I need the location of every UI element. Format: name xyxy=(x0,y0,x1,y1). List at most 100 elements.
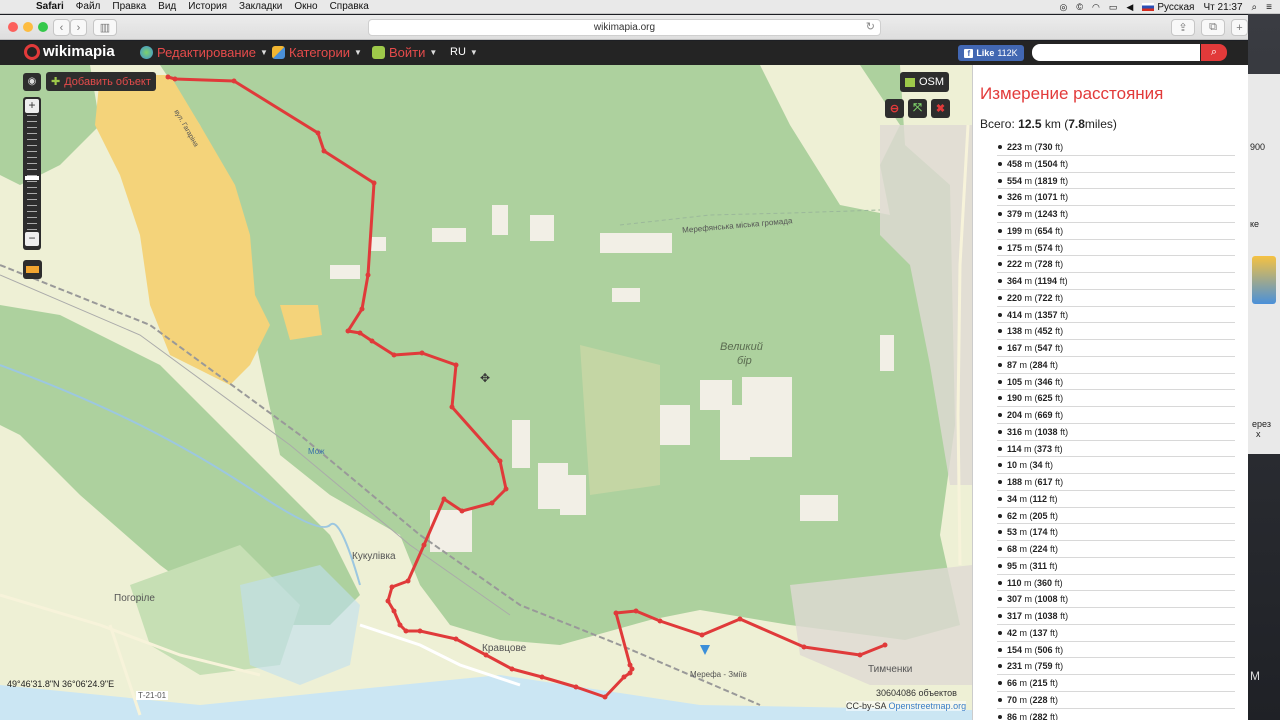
route-vertex[interactable] xyxy=(453,636,459,642)
layer-osm-button[interactable]: OSM xyxy=(900,72,949,92)
route-vertex[interactable] xyxy=(371,180,377,186)
menu-bookmarks[interactable]: Закладки xyxy=(239,1,282,12)
reload-icon[interactable]: ↻ xyxy=(866,20,875,35)
route-vertex[interactable] xyxy=(497,458,503,464)
new-tab-button[interactable]: + xyxy=(1231,19,1248,36)
route-vertex[interactable] xyxy=(503,486,509,492)
route-vertex[interactable] xyxy=(737,616,743,622)
route-vertex[interactable] xyxy=(389,584,395,590)
menu-file[interactable]: Файл xyxy=(76,1,101,12)
back-button[interactable]: ‹ xyxy=(53,19,70,36)
menu-edit[interactable]: Правка xyxy=(112,1,146,12)
route-vertex[interactable] xyxy=(385,598,391,604)
route-vertex[interactable] xyxy=(231,78,237,84)
route-vertex[interactable] xyxy=(321,148,327,154)
route-vertex[interactable] xyxy=(315,130,321,136)
route-vertex[interactable] xyxy=(801,644,807,650)
segment-feet-value: 1038 xyxy=(1037,611,1058,621)
route-vertex[interactable] xyxy=(613,610,619,616)
nav-language[interactable]: RU ▼ xyxy=(450,46,478,58)
map-canvas[interactable]: ✥ Великий бір Кукулівка Погоріле Кравцов… xyxy=(0,65,972,720)
segment-meters: 458 xyxy=(1007,158,1023,169)
map-settings-button[interactable]: ◉ xyxy=(23,73,41,91)
tabs-overview-button[interactable]: ⧉ xyxy=(1201,19,1225,36)
nav-categories[interactable]: Категории ▼ xyxy=(272,45,362,60)
sidebar-toggle-icon[interactable]: ▥ xyxy=(93,19,117,36)
route-vertex[interactable] xyxy=(365,272,371,278)
segment-list-item: 190 m (625 ft) xyxy=(997,390,1235,407)
route-vertex[interactable] xyxy=(172,76,178,82)
route-vertex[interactable] xyxy=(882,642,888,648)
route-vertex[interactable] xyxy=(405,578,411,584)
close-window-button[interactable] xyxy=(8,22,18,32)
clock[interactable]: Чт 21:37 xyxy=(1203,2,1242,13)
status-c-icon[interactable]: © xyxy=(1076,2,1083,12)
wikimapia-logo[interactable]: wikimapia xyxy=(24,43,115,60)
zoom-out-button[interactable]: − xyxy=(25,232,39,246)
search-input[interactable] xyxy=(1032,44,1200,61)
search-button[interactable]: ⌕ xyxy=(1201,44,1227,61)
wifi-icon[interactable]: ◠ xyxy=(1092,2,1100,13)
route-vertex[interactable] xyxy=(633,608,639,614)
menu-history[interactable]: История xyxy=(188,1,227,12)
route-vertex[interactable] xyxy=(857,652,863,658)
menu-help[interactable]: Справка xyxy=(330,1,369,12)
attribution-link[interactable]: Openstreetmap.org xyxy=(889,701,967,711)
route-vertex[interactable] xyxy=(459,508,465,514)
ruler-tool-button[interactable] xyxy=(23,260,42,279)
minimize-window-button[interactable] xyxy=(23,22,33,32)
route-vertex[interactable] xyxy=(441,496,447,502)
nav-login[interactable]: Войти ▼ xyxy=(372,45,437,60)
menu-app-safari[interactable]: Safari xyxy=(36,1,64,12)
measure-clear-button[interactable]: ✖ xyxy=(931,99,950,118)
segment-feet-value: 617 xyxy=(1037,477,1053,487)
input-source[interactable]: Русская xyxy=(1142,2,1194,13)
status-circle-icon[interactable]: ◎ xyxy=(1060,2,1068,13)
add-object-icon: ✚ xyxy=(51,76,61,88)
route-vertex[interactable] xyxy=(421,542,427,548)
menu-view[interactable]: Вид xyxy=(158,1,176,12)
forward-button[interactable]: › xyxy=(70,19,87,36)
route-vertex[interactable] xyxy=(489,500,495,506)
segment-meters: 86 xyxy=(1007,711,1018,720)
route-vertex[interactable] xyxy=(449,404,455,410)
route-vertex[interactable] xyxy=(621,674,627,680)
menu-window[interactable]: Окно xyxy=(294,1,317,12)
segment-feet-value: 174 xyxy=(1032,527,1048,538)
add-object-button[interactable]: ✚ Добавить объект xyxy=(46,72,156,91)
route-vertex[interactable] xyxy=(417,628,423,634)
route-vertex[interactable] xyxy=(359,306,365,312)
search-spotlight-icon[interactable]: ⌕ xyxy=(1252,2,1258,13)
route-vertex[interactable] xyxy=(573,684,579,690)
route-vertex[interactable] xyxy=(357,330,363,336)
route-vertex[interactable] xyxy=(165,74,171,80)
route-vertex[interactable] xyxy=(699,632,705,638)
route-vertex[interactable] xyxy=(345,328,351,334)
measure-fit-button[interactable]: ⤧ xyxy=(908,99,927,118)
route-vertex[interactable] xyxy=(391,608,397,614)
route-vertex[interactable] xyxy=(627,662,633,668)
route-vertex[interactable] xyxy=(453,362,459,368)
route-vertex[interactable] xyxy=(419,350,425,356)
airplay-icon[interactable]: ▭ xyxy=(1109,2,1118,13)
zoom-slider[interactable] xyxy=(25,115,39,230)
route-vertex[interactable] xyxy=(539,674,545,680)
route-vertex[interactable] xyxy=(657,618,663,624)
route-vertex[interactable] xyxy=(509,666,515,672)
route-vertex[interactable] xyxy=(403,628,409,634)
segment-list-item: 34 m (112 ft) xyxy=(997,491,1235,508)
facebook-like-button[interactable]: f Like 112K xyxy=(958,45,1024,61)
share-button[interactable]: ⇪ xyxy=(1171,19,1195,36)
zoom-window-button[interactable] xyxy=(38,22,48,32)
nav-edit[interactable]: Редактирование ▼ xyxy=(140,45,268,60)
route-vertex[interactable] xyxy=(391,352,397,358)
notification-center-icon[interactable]: ≡ xyxy=(1266,2,1272,13)
zoom-in-button[interactable]: + xyxy=(25,99,39,113)
route-vertex[interactable] xyxy=(602,694,608,700)
volume-icon[interactable]: ◀︎ xyxy=(1126,2,1133,13)
address-bar[interactable]: wikimapia.org ↻ xyxy=(368,19,881,36)
zoom-slider-thumb[interactable] xyxy=(25,176,39,181)
route-vertex[interactable] xyxy=(397,622,403,628)
route-vertex[interactable] xyxy=(369,338,375,344)
measure-minus-button[interactable]: ⊖ xyxy=(885,99,904,118)
